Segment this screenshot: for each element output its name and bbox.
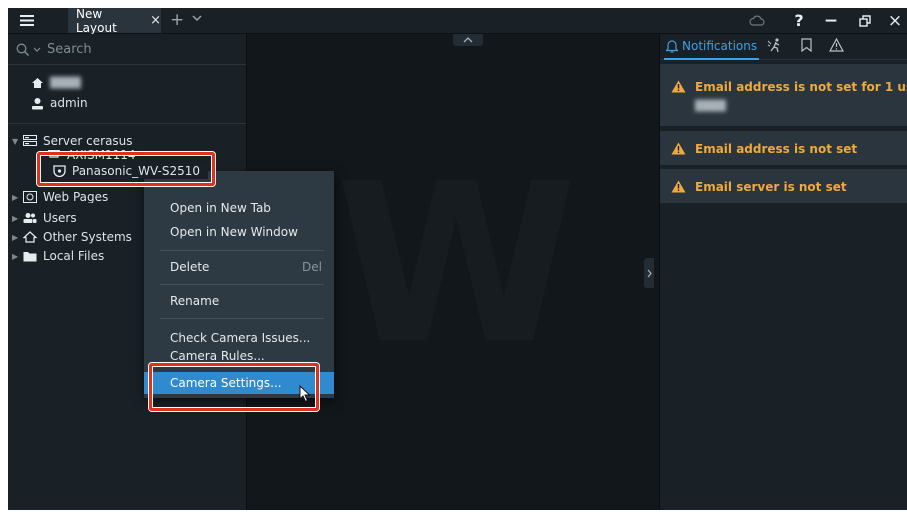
search-field[interactable]: Search xyxy=(16,42,92,57)
menu-item-camera-rules[interactable]: Camera Rules... xyxy=(144,349,334,363)
warning-icon xyxy=(671,142,686,155)
minimize-button[interactable]: − xyxy=(820,8,842,33)
chevron-down-icon[interactable] xyxy=(192,15,202,22)
user-icon xyxy=(32,97,43,109)
collapse-timeline-button[interactable] xyxy=(453,34,483,46)
web-page-icon xyxy=(22,191,38,203)
menu-item-open-new-tab[interactable]: Open in New Tab xyxy=(144,197,334,219)
notifications-panel: Notifications Email address is not set f… xyxy=(659,34,907,510)
notification-item[interactable]: Email server is not set xyxy=(660,169,907,204)
tab-label: New Layout xyxy=(76,8,117,35)
collapsed-arrow-icon[interactable]: ▶ xyxy=(12,252,22,261)
chevron-right-icon xyxy=(647,269,652,277)
search-placeholder: Search xyxy=(47,42,92,57)
tree-item-server[interactable]: ▼ Server cerasus xyxy=(12,134,133,148)
current-user-name: admin xyxy=(50,96,88,110)
restore-button[interactable] xyxy=(854,8,876,33)
add-tab-button[interactable]: + xyxy=(170,10,184,30)
current-user-item[interactable]: admin xyxy=(31,96,88,110)
main-menu-button[interactable] xyxy=(14,11,40,30)
bookmark-icon[interactable] xyxy=(801,38,812,52)
tree-item-web-pages[interactable]: ▶ Web Pages xyxy=(12,191,108,203)
highlight-callout-camera xyxy=(37,152,215,186)
watermark-logo: W xyxy=(335,136,578,392)
hamburger-icon xyxy=(20,15,34,26)
menu-item-open-new-window[interactable]: Open in New Window xyxy=(144,221,334,243)
other-systems-label: Other Systems xyxy=(43,230,132,244)
shortcut-label: Del xyxy=(302,260,322,274)
system-item[interactable]: ████ xyxy=(31,77,81,89)
collapsed-arrow-icon[interactable]: ▶ xyxy=(12,193,22,202)
search-dropdown-icon xyxy=(33,47,41,52)
users-icon xyxy=(22,211,38,225)
notification-title: Email address is not set xyxy=(695,142,858,156)
divider xyxy=(8,123,246,124)
divider xyxy=(8,64,246,65)
menu-item-delete[interactable]: Delete Del xyxy=(144,256,334,278)
web-pages-label: Web Pages xyxy=(43,191,109,203)
system-name-redacted: ████ xyxy=(50,77,81,89)
server-name: Server cerasus xyxy=(43,134,133,148)
menu-item-check-camera-issues[interactable]: Check Camera Issues... xyxy=(144,327,334,349)
tree-item-local-files[interactable]: ▶ Local Files xyxy=(12,249,104,263)
home-icon xyxy=(32,78,43,88)
folder-icon xyxy=(22,249,38,263)
warning-icon xyxy=(671,80,686,93)
menu-separator xyxy=(160,284,324,285)
close-window-button[interactable]: × xyxy=(884,8,906,33)
menu-separator xyxy=(160,250,324,251)
tab-notifications[interactable]: Notifications xyxy=(664,34,760,60)
bell-icon xyxy=(666,39,678,53)
collapse-right-panel-button[interactable] xyxy=(644,258,654,288)
warning-icon xyxy=(671,180,686,193)
title-bar: New Layout × + ? − × xyxy=(8,8,907,35)
tree-item-users[interactable]: ▶ Users xyxy=(12,211,77,225)
warning-outline-icon[interactable] xyxy=(829,38,844,52)
menu-separator xyxy=(160,318,324,319)
chevron-up-icon xyxy=(463,37,473,43)
local-files-label: Local Files xyxy=(43,249,105,263)
notification-detail-redacted: ████ xyxy=(695,101,726,112)
highlight-callout-camera-settings xyxy=(149,363,319,411)
collapsed-arrow-icon[interactable]: ▶ xyxy=(12,214,22,223)
tab-close-icon[interactable]: × xyxy=(150,13,161,28)
search-icon xyxy=(16,43,30,56)
expanded-arrow-icon[interactable]: ▼ xyxy=(12,137,22,146)
server-icon xyxy=(22,134,38,148)
tree-item-other-systems[interactable]: ▶ Other Systems xyxy=(12,230,132,244)
other-systems-icon xyxy=(22,230,38,244)
notification-title: Email server is not set xyxy=(695,180,847,194)
notification-title: Email address is not set for 1 user xyxy=(695,80,907,94)
tab-new-layout[interactable]: New Layout × xyxy=(68,8,161,35)
help-button[interactable]: ? xyxy=(788,8,810,33)
tab-notifications-label: Notifications xyxy=(682,39,758,53)
app-window: New Layout × + ? − × Search ████ admin ▼… xyxy=(8,8,907,510)
cloud-icon xyxy=(749,15,765,26)
users-label: Users xyxy=(43,211,77,225)
restore-icon xyxy=(859,14,871,27)
motion-icon[interactable] xyxy=(767,38,783,53)
notification-item[interactable]: Email address is not set xyxy=(660,131,907,166)
notification-item[interactable]: Email address is not set for 1 user ████ xyxy=(660,64,907,127)
mouse-cursor-icon xyxy=(299,385,311,403)
right-panel-tabs: Notifications xyxy=(660,34,907,60)
collapsed-arrow-icon[interactable]: ▶ xyxy=(12,233,22,242)
cloud-button[interactable] xyxy=(744,8,770,33)
menu-item-rename[interactable]: Rename xyxy=(144,290,334,312)
